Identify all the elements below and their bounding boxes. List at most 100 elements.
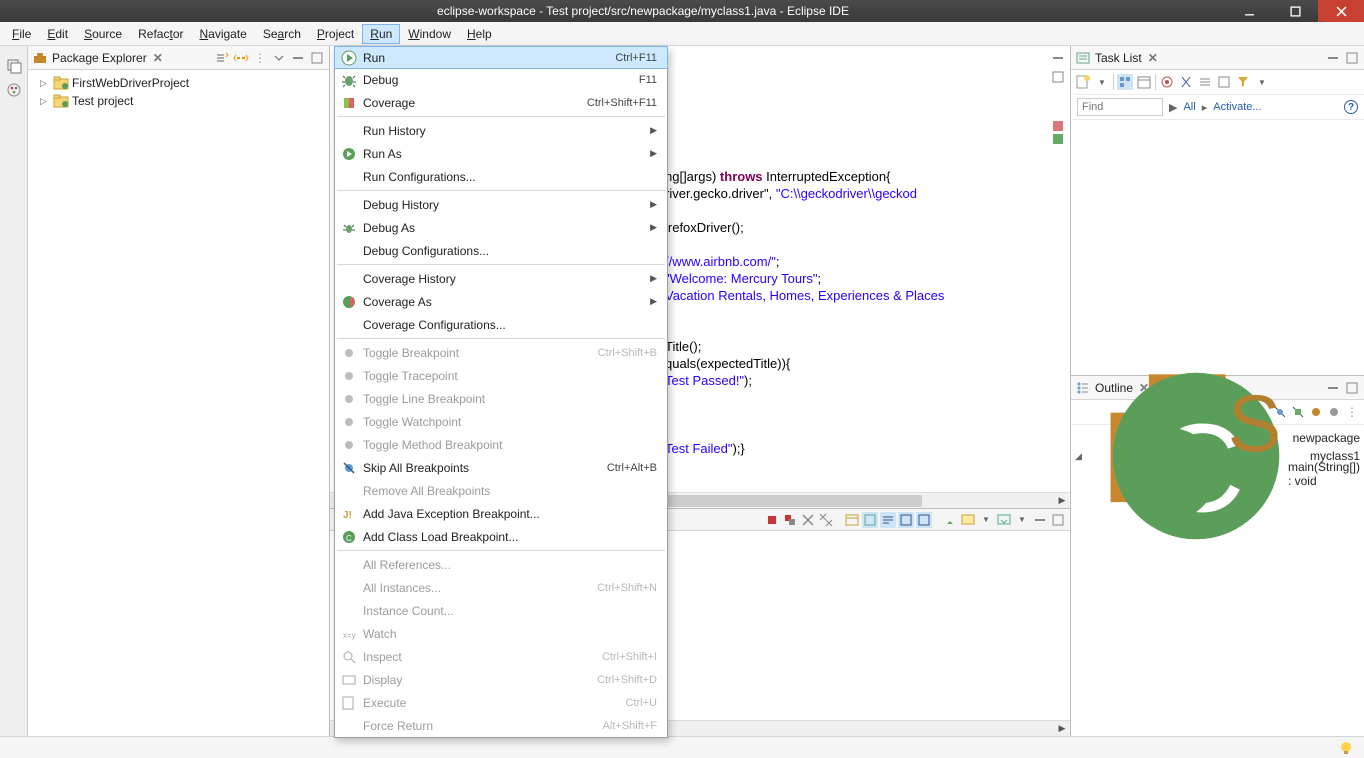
menu-navigate[interactable]: Navigate	[191, 24, 254, 44]
tasklist-toolbar: ▼ ▼	[1071, 70, 1364, 95]
terminate-all-icon[interactable]	[782, 512, 798, 528]
show-stderr-icon[interactable]	[916, 512, 932, 528]
console-dropdown-icon[interactable]: ▼	[978, 512, 994, 528]
collapse-icon[interactable]	[1197, 74, 1213, 90]
categorize-icon[interactable]	[1117, 74, 1133, 90]
menu-item-coverage[interactable]: CoverageCtrl+Shift+F11	[335, 91, 667, 114]
maximize-view-icon[interactable]	[309, 50, 325, 66]
open-console-icon[interactable]	[996, 512, 1012, 528]
menu-file[interactable]: File	[4, 24, 39, 44]
maximize-button[interactable]	[1272, 0, 1318, 22]
project-tree[interactable]: ▷ FirstWebDriverProject ▷ Test project	[28, 70, 329, 114]
outline-menu-icon[interactable]: ⋮	[1344, 404, 1360, 420]
palette-icon[interactable]	[6, 82, 22, 98]
pin-console-icon[interactable]	[942, 512, 958, 528]
close-view-icon[interactable]: ✕	[153, 51, 163, 65]
menu-item-force-return: Force ReturnAlt+Shift+F	[335, 714, 667, 737]
min-tasklist-icon[interactable]	[1325, 50, 1341, 66]
collapse-all-icon[interactable]	[214, 50, 230, 66]
restore-icon[interactable]	[6, 58, 22, 74]
menu-item-execute: ExecuteCtrl+U	[335, 691, 667, 714]
menu-item-run[interactable]: RunCtrl+F11	[334, 46, 668, 69]
menu-item-debug-as[interactable]: Debug As▶	[335, 216, 667, 239]
new-task-dropdown-icon[interactable]: ▼	[1094, 74, 1110, 90]
hide-icon[interactable]	[1216, 74, 1232, 90]
activate-link[interactable]: Activate...	[1213, 101, 1261, 113]
scroll-lock-icon[interactable]	[862, 512, 878, 528]
scroll-right-icon[interactable]: ▶	[1054, 723, 1070, 735]
menu-edit[interactable]: Edit	[39, 24, 76, 44]
sync-icon[interactable]	[1178, 74, 1194, 90]
all-dropdown-icon[interactable]: ▸	[1202, 101, 1208, 114]
outline-tree[interactable]: newpackage ◢ C myclass1 S main(String[])…	[1071, 425, 1364, 487]
remove-launch-icon[interactable]	[800, 512, 816, 528]
outline-node[interactable]: S main(String[]) : void	[1075, 465, 1360, 483]
menu-item-run-as[interactable]: Run As▶	[335, 142, 667, 165]
tasklist-menu-icon[interactable]: ▼	[1254, 74, 1270, 90]
menu-item-skip-all-breakpoints[interactable]: Skip All BreakpointsCtrl+Alt+B	[335, 456, 667, 479]
hide-local-icon[interactable]	[1326, 404, 1342, 420]
clear-console-icon[interactable]	[844, 512, 860, 528]
min-outline-icon[interactable]	[1325, 380, 1341, 396]
show-stdout-icon[interactable]	[898, 512, 914, 528]
max-outline-icon[interactable]	[1344, 380, 1360, 396]
menu-source[interactable]: Source	[76, 24, 130, 44]
menu-item-coverage-configurations[interactable]: Coverage Configurations...	[335, 313, 667, 336]
menu-item-debug-history[interactable]: Debug History▶	[335, 193, 667, 216]
menu-refactor[interactable]: Refactor	[130, 24, 191, 44]
menu-item-inspect: InspectCtrl+Shift+I	[335, 645, 667, 668]
expand-icon[interactable]: ▷	[40, 78, 50, 89]
scroll-right-icon[interactable]: ▶	[1054, 495, 1070, 507]
menu-help[interactable]: Help	[459, 24, 500, 44]
menu-item-add-class-load-breakpoint[interactable]: CAdd Class Load Breakpoint...	[335, 525, 667, 548]
minimize-button[interactable]	[1226, 0, 1272, 22]
menu-item-run-history[interactable]: Run History▶	[335, 119, 667, 142]
min-console-icon[interactable]	[1032, 512, 1048, 528]
close-tasklist-icon[interactable]: ✕	[1148, 51, 1158, 65]
filter-tasks-icon[interactable]	[1235, 74, 1251, 90]
max-editor-icon[interactable]	[1050, 69, 1066, 85]
menu-item-run-configurations[interactable]: Run Configurations...	[335, 165, 667, 188]
new-console-dropdown-icon[interactable]: ▼	[1014, 512, 1030, 528]
new-task-icon[interactable]	[1075, 74, 1091, 90]
word-wrap-icon[interactable]	[880, 512, 896, 528]
menu-item-debug[interactable]: DebugF11	[335, 68, 667, 91]
menu-item-add-java-exception-breakpoint[interactable]: J!Add Java Exception Breakpoint...	[335, 502, 667, 525]
project-node[interactable]: ▷ FirstWebDriverProject	[30, 74, 327, 92]
link-editor-icon[interactable]	[233, 50, 249, 66]
hide-nonpublic-icon[interactable]	[1308, 404, 1324, 420]
max-tasklist-icon[interactable]	[1344, 50, 1360, 66]
menu-run[interactable]: Run	[362, 24, 400, 44]
tip-icon[interactable]	[1338, 740, 1354, 756]
minimize-view-icon[interactable]	[290, 50, 306, 66]
menu-item-debug-configurations[interactable]: Debug Configurations...	[335, 239, 667, 262]
menu-item-coverage-history[interactable]: Coverage History▶	[335, 267, 667, 290]
find-input[interactable]	[1077, 98, 1163, 116]
filter-icon[interactable]: ⋮	[252, 50, 268, 66]
help-icon[interactable]: ?	[1344, 100, 1358, 114]
scrollbar-thumb[interactable]	[626, 495, 922, 507]
focus-icon[interactable]	[1159, 74, 1175, 90]
view-menu-icon[interactable]	[271, 50, 287, 66]
outline-label: main(String[]) : void	[1288, 460, 1360, 488]
schedule-icon[interactable]	[1136, 74, 1152, 90]
menu-item-coverage-as[interactable]: Coverage As▶	[335, 290, 667, 313]
display-console-icon[interactable]	[960, 512, 976, 528]
find-next-icon[interactable]: ▶	[1169, 101, 1177, 114]
terminate-icon[interactable]	[764, 512, 780, 528]
all-link[interactable]: All	[1183, 101, 1195, 113]
close-button[interactable]	[1318, 0, 1364, 22]
menu-search[interactable]: Search	[255, 24, 309, 44]
menu-window[interactable]: Window	[400, 24, 459, 44]
project-icon	[53, 75, 69, 91]
tasklist-find-row: ▶ All ▸ Activate... ?	[1071, 95, 1364, 120]
remove-all-icon[interactable]	[818, 512, 834, 528]
menu-item-all-references: All References...	[335, 553, 667, 576]
menu-project[interactable]: Project	[309, 24, 362, 44]
expand-icon[interactable]: ▷	[40, 96, 50, 107]
main-menubar: File Edit Source Refactor Navigate Searc…	[0, 22, 1364, 46]
collapse-icon[interactable]: ◢	[1075, 451, 1082, 462]
min-editor-icon[interactable]	[1050, 50, 1066, 66]
max-console-icon[interactable]	[1050, 512, 1066, 528]
project-node[interactable]: ▷ Test project	[30, 92, 327, 110]
